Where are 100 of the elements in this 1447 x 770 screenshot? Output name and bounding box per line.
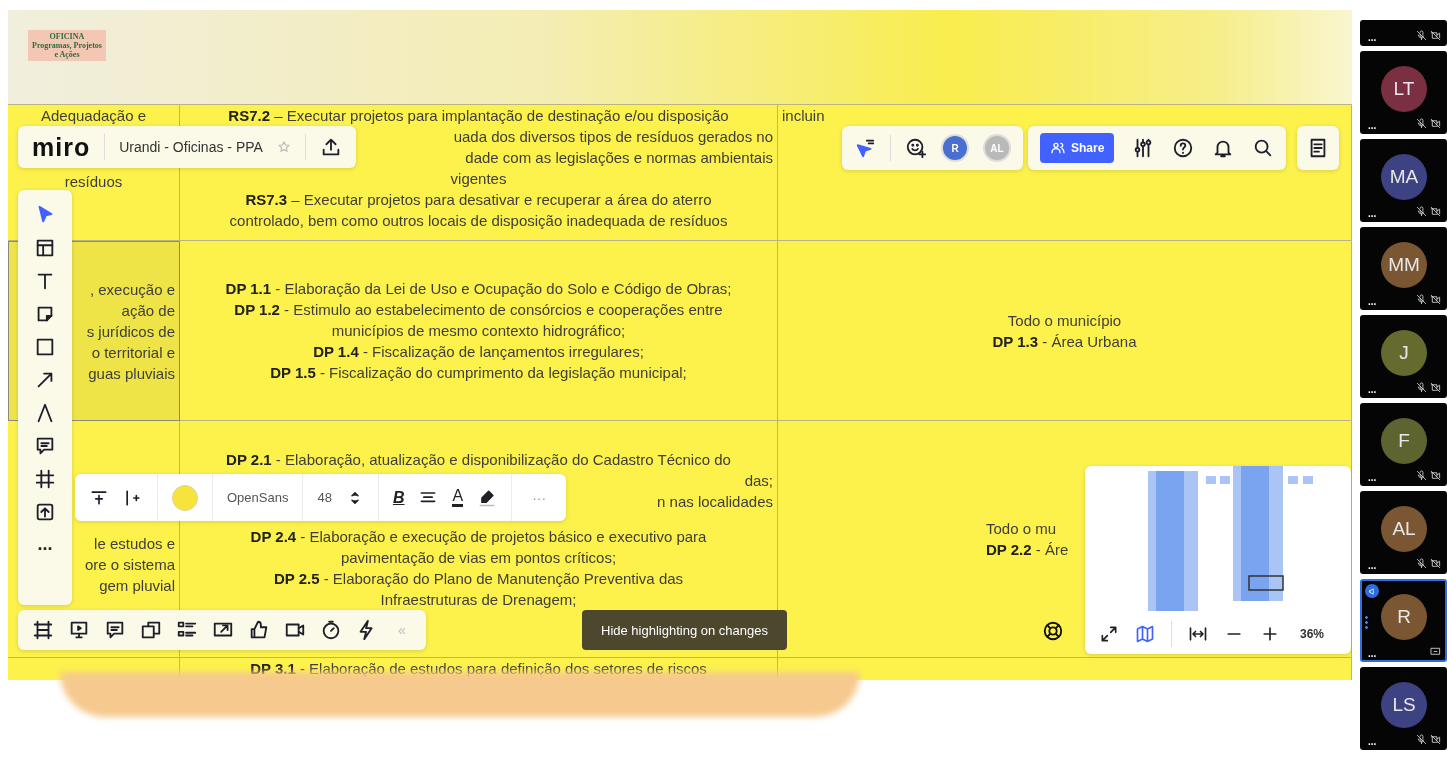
mic-off-icon[interactable] [1416,558,1427,569]
more-tools-button[interactable]: ... [37,534,53,555]
text-color-button[interactable]: A [452,488,464,507]
pin-icon[interactable] [1365,584,1379,598]
cell-text: s jurídicos de [86,322,175,340]
mic-off-icon[interactable] [1416,382,1427,393]
more-options[interactable]: ... [1368,296,1377,307]
avatar: MA [1381,154,1427,200]
cell-text: pavimentação de vias em pontos críticos; [340,549,617,566]
cell-text: incluin [782,107,825,124]
cards-icon[interactable] [140,619,162,641]
zoom-level: 36% [1300,627,1325,641]
cell-text: n nas localidades [657,493,773,510]
help-icon[interactable] [1172,137,1195,159]
more-options[interactable]: ... [1368,736,1377,747]
avatar: MM [1381,242,1427,288]
cell-text: o territorial e [91,343,175,361]
more-options[interactable]: ... [1368,32,1377,43]
add-reaction-icon[interactable] [905,137,927,159]
logo-text: e Ações [54,50,80,59]
font-size[interactable]: 48 [317,490,332,505]
mic-off-icon[interactable] [1416,734,1427,745]
more-options[interactable]: ... [1368,208,1377,219]
cell-text: guas pluviais [88,364,175,382]
cell-text: DP 1.5 - Fiscalização do cumprimento da legislação municipal; [270,364,687,381]
more-options[interactable]: ... [1368,120,1377,131]
participant-tile[interactable]: MM ... [1360,227,1447,310]
tooltip: Hide highlighting on changes [582,610,787,650]
cell-text: DP 1.1 - Elaboração da Lei de Uso e Ocupação do Solo e Código de Obras; [225,280,732,297]
camera-off-icon[interactable] [1430,118,1441,129]
bold-button[interactable]: B [392,488,405,507]
more-options[interactable]: ... [1368,384,1377,395]
cell-text: DP 1.4 - Fiscalização de lançamentos irregulares; [313,343,644,360]
mic-off-icon[interactable] [1416,118,1427,129]
participant-tile[interactable]: MA ... [1360,139,1447,222]
participant-tile[interactable]: LT ... [1360,51,1447,134]
participant-tile[interactable]: J ... [1360,315,1447,398]
cursor-filter-icon[interactable] [854,137,876,159]
avatar: J [1381,330,1427,376]
cell-text: Todo o município [1007,311,1122,329]
cell-text: DP 2.4 - Elaboração e execução de projetos básico e executivo para [250,528,707,545]
participant-tile[interactable]: AL ... [1360,491,1447,574]
comment-icon[interactable] [34,435,56,457]
upload-icon[interactable] [34,501,56,523]
camera-off-icon[interactable] [1430,30,1441,41]
cell-text: das; [744,472,773,489]
comment-icon[interactable] [104,619,126,641]
cell-text: RS7.2 – Executar projetos para implantação de destinação e/ou disposição [228,107,729,124]
camera-off-icon[interactable] [1430,382,1441,393]
layout-icon[interactable] [34,237,56,259]
mic-off-icon[interactable] [1416,30,1427,41]
app-logo[interactable]: miro [32,132,91,162]
logo-text: OFICINA [49,32,85,41]
mic-off-icon[interactable] [1416,294,1427,305]
font-name[interactable]: OpenSans [227,490,289,505]
more-options[interactable]: ... [1368,560,1377,571]
drag-handle-icon[interactable] [1365,615,1368,629]
cell-text: DP 2.2 - Áre [986,541,1069,558]
mic-off-icon[interactable] [1416,206,1427,217]
more-options[interactable]: ... [1368,472,1377,483]
cell-text: resíduos [64,173,123,190]
frame-icon[interactable] [34,468,56,490]
participant-tile[interactable]: ... [1360,20,1447,46]
avatar: F [1381,418,1427,464]
lifebuoy-icon[interactable] [1042,620,1064,642]
timer-icon[interactable] [320,619,342,641]
avatar: R [1381,594,1427,640]
participant-tile[interactable]: LS ... [1360,667,1447,750]
camera-off-icon[interactable] [1430,294,1441,305]
camera-off-icon[interactable] [1430,206,1441,217]
star-icon[interactable] [276,140,291,154]
participant-tile[interactable]: F ... [1360,403,1447,486]
presentation-icon[interactable] [68,619,90,641]
share-button[interactable]: Share [1040,133,1115,163]
people-icon [1050,140,1066,156]
cell-text: DP 3.1 - Elaboração de estudos para definição dos setores de riscos [250,660,707,677]
map-icon[interactable] [1135,624,1155,644]
square-icon[interactable] [34,336,56,358]
camera-off-icon[interactable] [1430,734,1441,745]
thumbs-up-icon[interactable] [248,619,270,641]
screen-icon[interactable] [1430,646,1441,657]
participant-tile[interactable]: R ... [1360,579,1447,662]
fit-width-icon[interactable] [1188,624,1208,644]
cell-text: ore o sistema [84,555,175,573]
board-title[interactable]: Urandi - Oficinas - PPA [119,139,263,155]
mic-off-icon[interactable] [1416,470,1427,481]
cell-text: RS7.3 – Executar projetos para desativar e recuperar a área do aterro [245,191,712,208]
cell-text: Todo o mu [986,520,1057,537]
cell-text: gem pluvial [99,576,175,594]
frames-icon[interactable] [32,619,54,641]
camera-off-icon[interactable] [1430,558,1441,569]
cell-text: dade com as legislações e normas ambientais [465,149,773,166]
expand-icon[interactable] [1099,624,1119,644]
avatar: AL [1381,506,1427,552]
camera-off-icon[interactable] [1430,470,1441,481]
more-options[interactable]: ... [1368,648,1377,659]
avatar[interactable]: R [941,134,969,162]
cell-text: DP 2.1 - Elaboração, atualização e disponibilização do Cadastro Técnico do [226,451,731,468]
cell-text: Infraestruturas de Drenagem; [380,591,577,608]
color-swatch[interactable] [172,484,198,511]
